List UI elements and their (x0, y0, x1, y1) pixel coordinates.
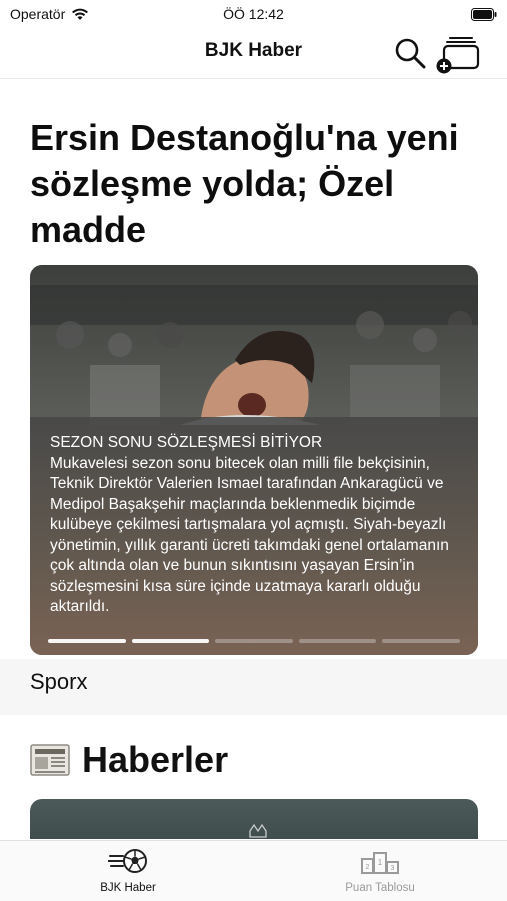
nav-title: BJK Haber (204, 40, 303, 61)
article-source: Sporx (30, 669, 88, 694)
status-bar: Operatör ÖÖ 12:42 (0, 0, 507, 28)
search-icon[interactable] (393, 36, 427, 70)
football-icon (107, 849, 147, 873)
tab-label: Puan Tablosu (345, 882, 415, 894)
article-headline[interactable]: Ersin Destanoğlu'na yeni sözleşme yolda;… (30, 115, 480, 253)
article-kicker: SEZON SONU SÖZLEŞMESİ BİTİYOR (50, 434, 323, 451)
newspaper-icon (30, 744, 70, 776)
progress-segment (215, 639, 293, 643)
progress-segment (298, 639, 377, 643)
league-logo-icon (249, 823, 267, 838)
article-summary: Mukavelesi sezon sonu bitecek olan milli… (50, 454, 449, 616)
battery-icon (471, 8, 497, 21)
section-header: Haberler (30, 739, 228, 781)
feed-content[interactable]: Ersin Destanoğlu'na yeni sözleşme yolda;… (0, 79, 507, 839)
progress-segment (382, 639, 460, 643)
tab-puan-tablosu[interactable]: 1 2 3 Puan Tablosu (280, 847, 480, 894)
nav-bar: BJK Haber (0, 28, 507, 79)
carousel-progress (48, 639, 460, 643)
card-text: SEZON SONU SÖZLEŞMESİ BİTİYOR Mukavelesi… (50, 433, 470, 618)
progress-segment (48, 639, 126, 643)
tab-label: BJK Haber (100, 882, 156, 894)
tab-bjk-haber[interactable]: BJK Haber (28, 847, 228, 894)
svg-text:1: 1 (378, 858, 383, 867)
status-time: ÖÖ 12:42 (223, 6, 284, 22)
article-card[interactable]: SEZON SONU SÖZLEŞMESİ BİTİYOR Mukavelesi… (30, 265, 478, 655)
progress-segment (131, 639, 210, 643)
svg-text:2: 2 (366, 864, 370, 871)
add-tab-icon[interactable] (434, 34, 482, 74)
section-title: Haberler (82, 739, 229, 780)
tab-bar: BJK Haber 1 2 3 Puan Tablosu (0, 840, 507, 901)
podium-icon: 1 2 3 (361, 852, 399, 874)
svg-text:3: 3 (391, 865, 395, 872)
news-card-teaser[interactable] (30, 799, 478, 839)
